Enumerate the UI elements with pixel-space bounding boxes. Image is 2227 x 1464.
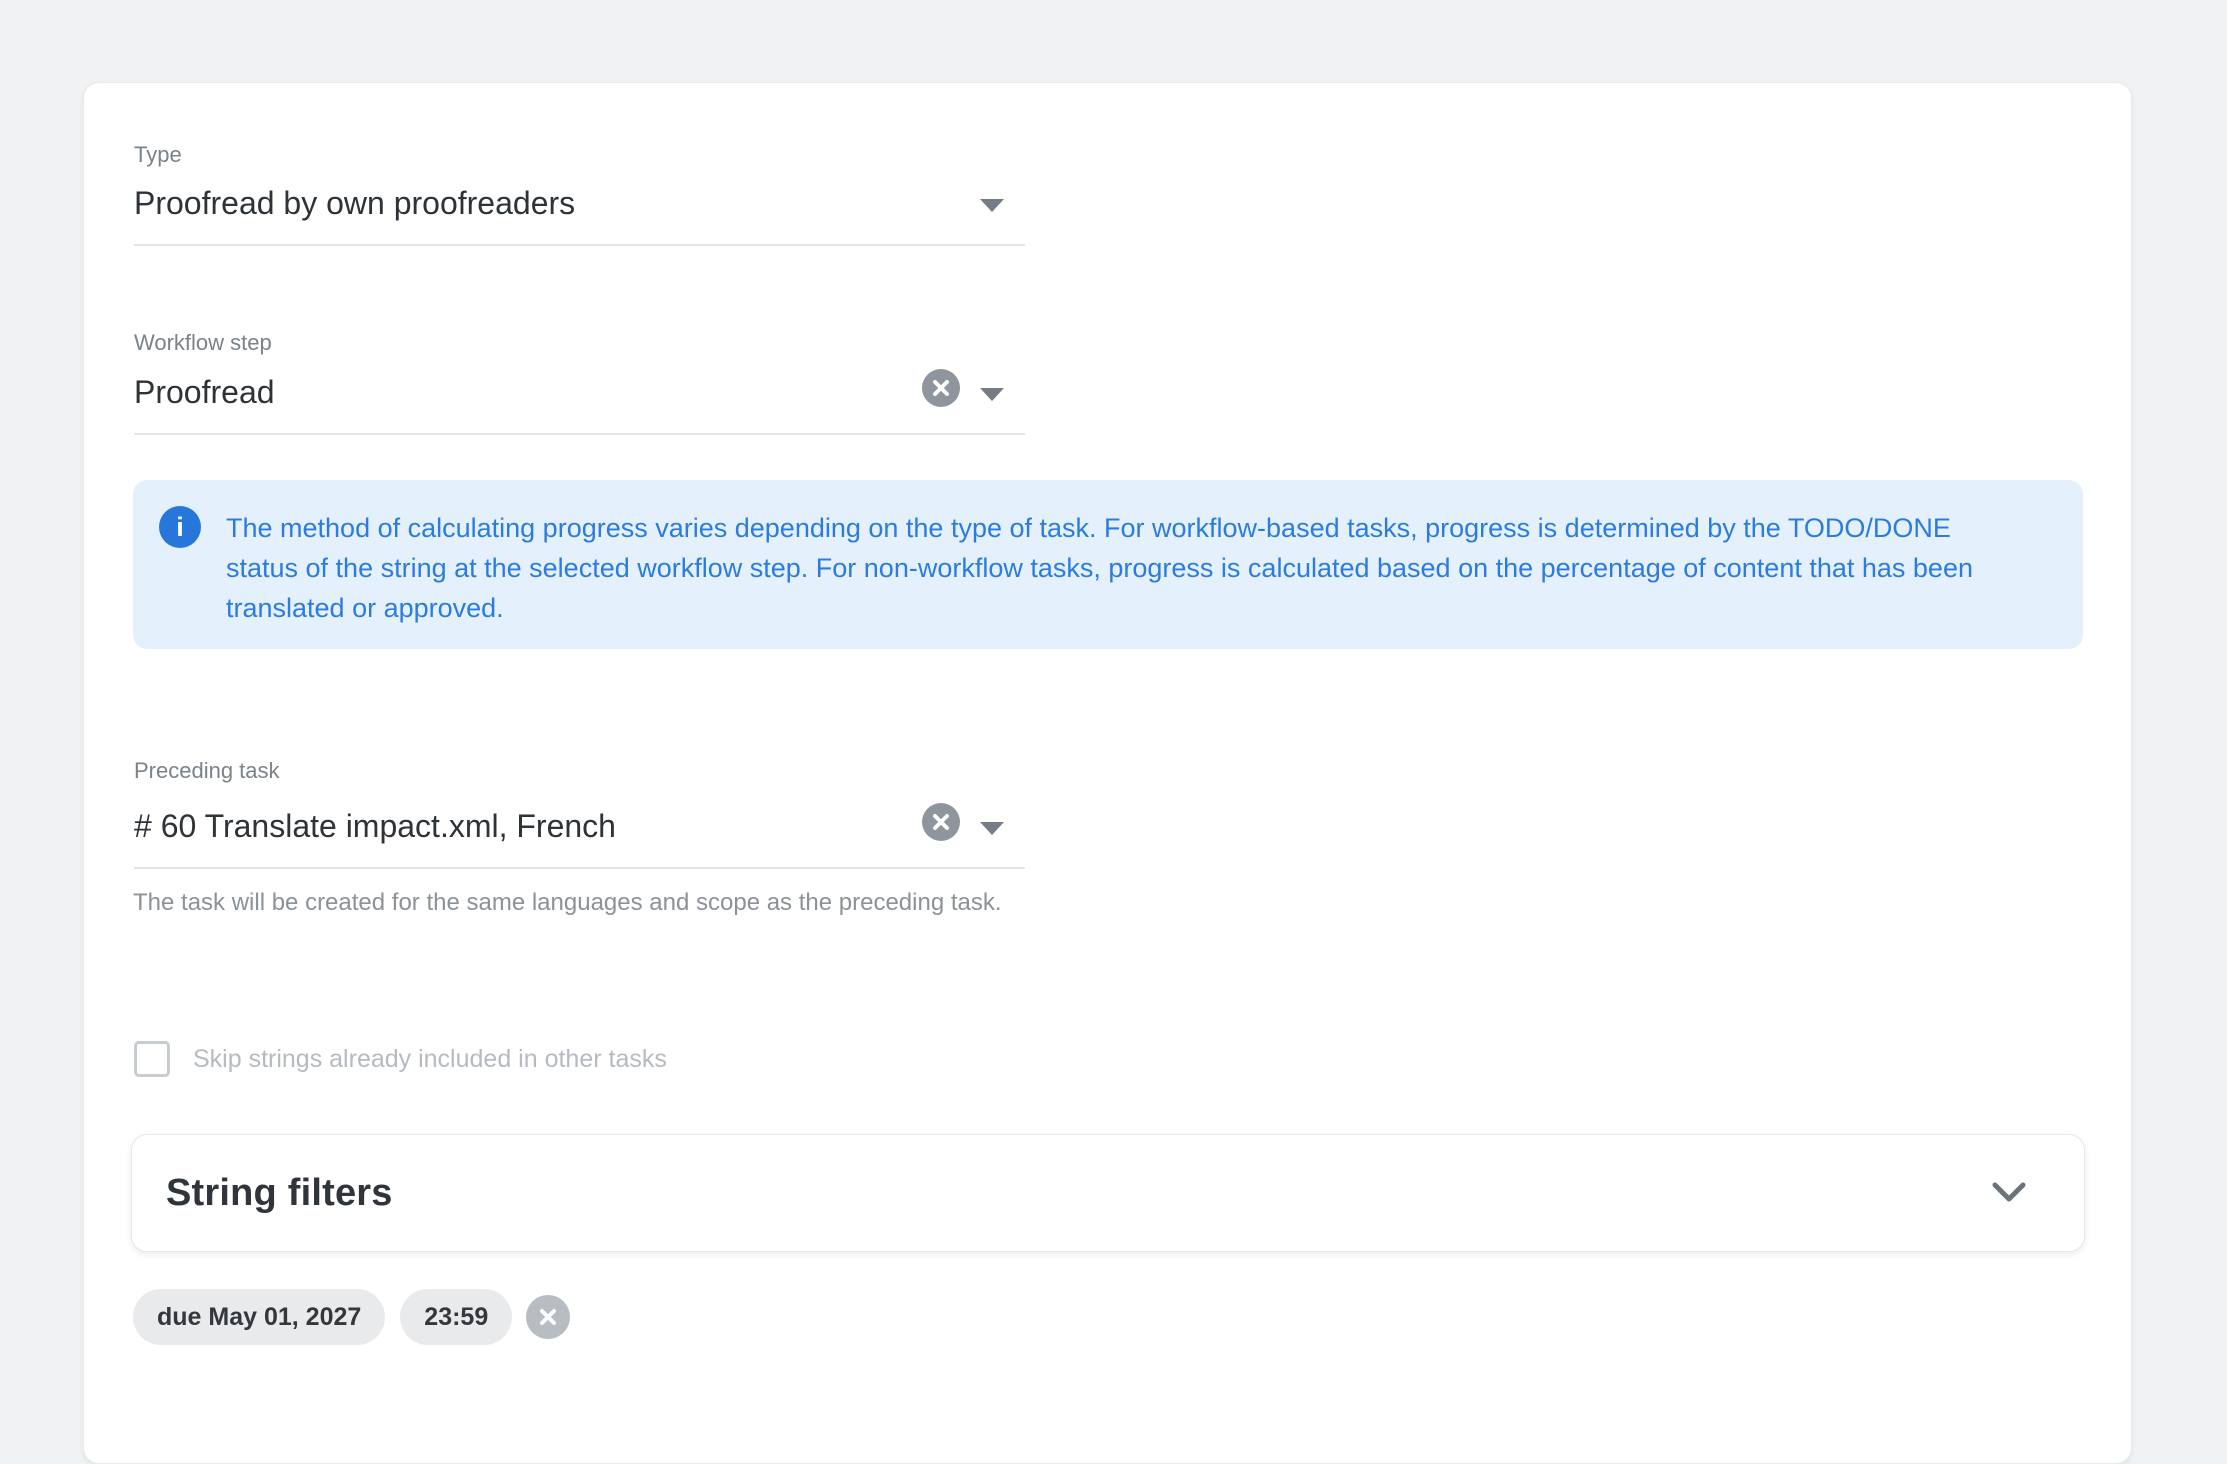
workflow-step-value: Proofread — [134, 374, 275, 410]
info-note-line: The method of calculating progress varie… — [226, 508, 1973, 548]
clear-x-icon — [931, 812, 951, 832]
type-field-underline — [134, 244, 1025, 246]
workflow-step-select[interactable]: Proofread — [134, 373, 1025, 417]
type-select[interactable]: Proofread by own proofreaders — [134, 184, 1025, 228]
type-select-value: Proofread by own proofreaders — [134, 185, 575, 221]
workflow-step-underline — [134, 433, 1025, 435]
type-field-label: Type — [134, 142, 182, 168]
caret-down-icon — [980, 822, 1004, 835]
workflow-step-label: Workflow step — [134, 330, 272, 356]
preceding-task-value: # 60 Translate impact.xml, French — [134, 808, 616, 844]
due-date-chip: due May 01, 2027 — [133, 1289, 385, 1345]
page-background: Type Proofread by own proofreaders Workf… — [0, 0, 2227, 1415]
clear-x-icon — [931, 378, 951, 398]
remove-due-date-button[interactable] — [526, 1295, 570, 1339]
preceding-task-clear-button[interactable] — [922, 803, 960, 841]
info-note-line: translated or approved. — [226, 588, 1973, 628]
caret-down-icon — [980, 388, 1004, 401]
workflow-step-clear-button[interactable] — [922, 369, 960, 407]
skip-strings-checkbox-label[interactable]: Skip strings already included in other t… — [193, 1045, 667, 1074]
preceding-task-help-text: The task will be created for the same la… — [133, 885, 1003, 921]
skip-strings-checkbox[interactable] — [134, 1041, 170, 1077]
preceding-task-select[interactable]: # 60 Translate impact.xml, French — [134, 807, 1025, 851]
caret-down-icon — [980, 199, 1004, 212]
string-filters-panel-header[interactable]: String filters — [131, 1134, 2085, 1252]
info-note-text: The method of calculating progress varie… — [226, 508, 1973, 628]
info-note-line: status of the string at the selected wor… — [226, 548, 1973, 588]
due-time-chip: 23:59 — [400, 1289, 512, 1345]
task-form-card: Type Proofread by own proofreaders Workf… — [83, 82, 2132, 1464]
progress-info-note: i The method of calculating progress var… — [133, 480, 2083, 649]
remove-x-icon — [537, 1306, 559, 1328]
chevron-down-icon — [1992, 1182, 2026, 1204]
preceding-task-underline — [134, 867, 1025, 869]
info-icon: i — [159, 506, 201, 548]
string-filters-title: String filters — [166, 1172, 393, 1215]
preceding-task-label: Preceding task — [134, 758, 280, 784]
due-chips-row: due May 01, 2027 23:59 — [133, 1289, 570, 1345]
